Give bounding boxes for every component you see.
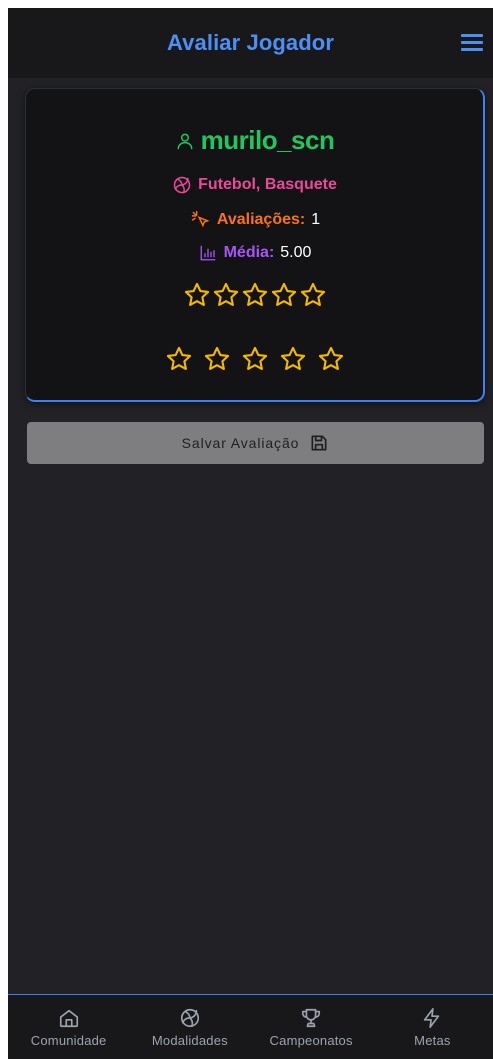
rating-star-3-icon[interactable] bbox=[241, 345, 269, 373]
nav-item-modalidades[interactable]: Modalidades bbox=[129, 995, 250, 1059]
rating-star-1-icon[interactable] bbox=[165, 345, 193, 373]
app-screen: Avaliar Jogador murilo_scn Futebol, Basq… bbox=[8, 8, 493, 1059]
player-sports: Futebol, Basquete bbox=[198, 176, 337, 193]
nav-item-metas[interactable]: Metas bbox=[372, 995, 493, 1059]
rating-star-2-icon[interactable] bbox=[203, 345, 231, 373]
user-icon bbox=[177, 133, 193, 149]
bar-chart-icon bbox=[200, 245, 216, 261]
media-label: Média: bbox=[223, 244, 275, 261]
lightning-icon bbox=[424, 1008, 440, 1028]
star-icon bbox=[184, 282, 209, 306]
player-username: murilo_scn bbox=[200, 125, 335, 155]
nav-label-metas: Metas bbox=[414, 1033, 451, 1048]
rating-star-5-icon[interactable] bbox=[317, 345, 345, 373]
nav-item-campeonatos[interactable]: Campeonatos bbox=[251, 995, 372, 1059]
sparkle-pointer-icon bbox=[191, 210, 210, 228]
save-icon bbox=[311, 435, 327, 451]
nav-item-comunidade[interactable]: Comunidade bbox=[8, 995, 129, 1059]
media-value: 5.00 bbox=[280, 244, 312, 261]
avaliacoes-row: Avaliações: 1 bbox=[26, 210, 483, 230]
star-icon bbox=[271, 282, 296, 306]
volleyball-icon bbox=[180, 1008, 199, 1028]
volleyball-icon bbox=[173, 176, 191, 194]
nav-label-modalidades: Modalidades bbox=[151, 1033, 228, 1048]
nav-label-campeonatos: Campeonatos bbox=[269, 1033, 353, 1048]
save-rating-button[interactable]: Salvar Avaliação bbox=[27, 422, 484, 464]
player-card: murilo_scn Futebol, Basquete Avaliações:… bbox=[25, 88, 485, 402]
star-icon bbox=[300, 282, 325, 306]
sports-row: Futebol, Basquete bbox=[26, 175, 483, 195]
page-title: Avaliar Jogador bbox=[167, 30, 334, 55]
star-icon bbox=[213, 282, 238, 306]
rating-input-stars[interactable] bbox=[26, 345, 483, 373]
media-row: Média: 5.00 bbox=[26, 244, 483, 262]
top-header: Avaliar Jogador bbox=[8, 8, 493, 78]
nav-label-comunidade: Comunidade bbox=[30, 1033, 107, 1048]
current-rating-stars bbox=[26, 281, 483, 309]
username-row: murilo_scn bbox=[26, 125, 483, 156]
rating-star-4-icon[interactable] bbox=[279, 345, 307, 373]
hamburger-menu-icon[interactable] bbox=[461, 34, 483, 52]
home-icon bbox=[59, 1009, 78, 1028]
star-icon bbox=[242, 282, 267, 306]
save-button-label: Salvar Avaliação bbox=[181, 435, 300, 451]
avaliacoes-value: 1 bbox=[311, 211, 321, 228]
trophy-icon bbox=[302, 1008, 321, 1028]
avaliacoes-label: Avaliações: bbox=[216, 211, 306, 228]
bottom-navigation: Comunidade Modalidades Campeonatos Metas bbox=[8, 994, 493, 1059]
